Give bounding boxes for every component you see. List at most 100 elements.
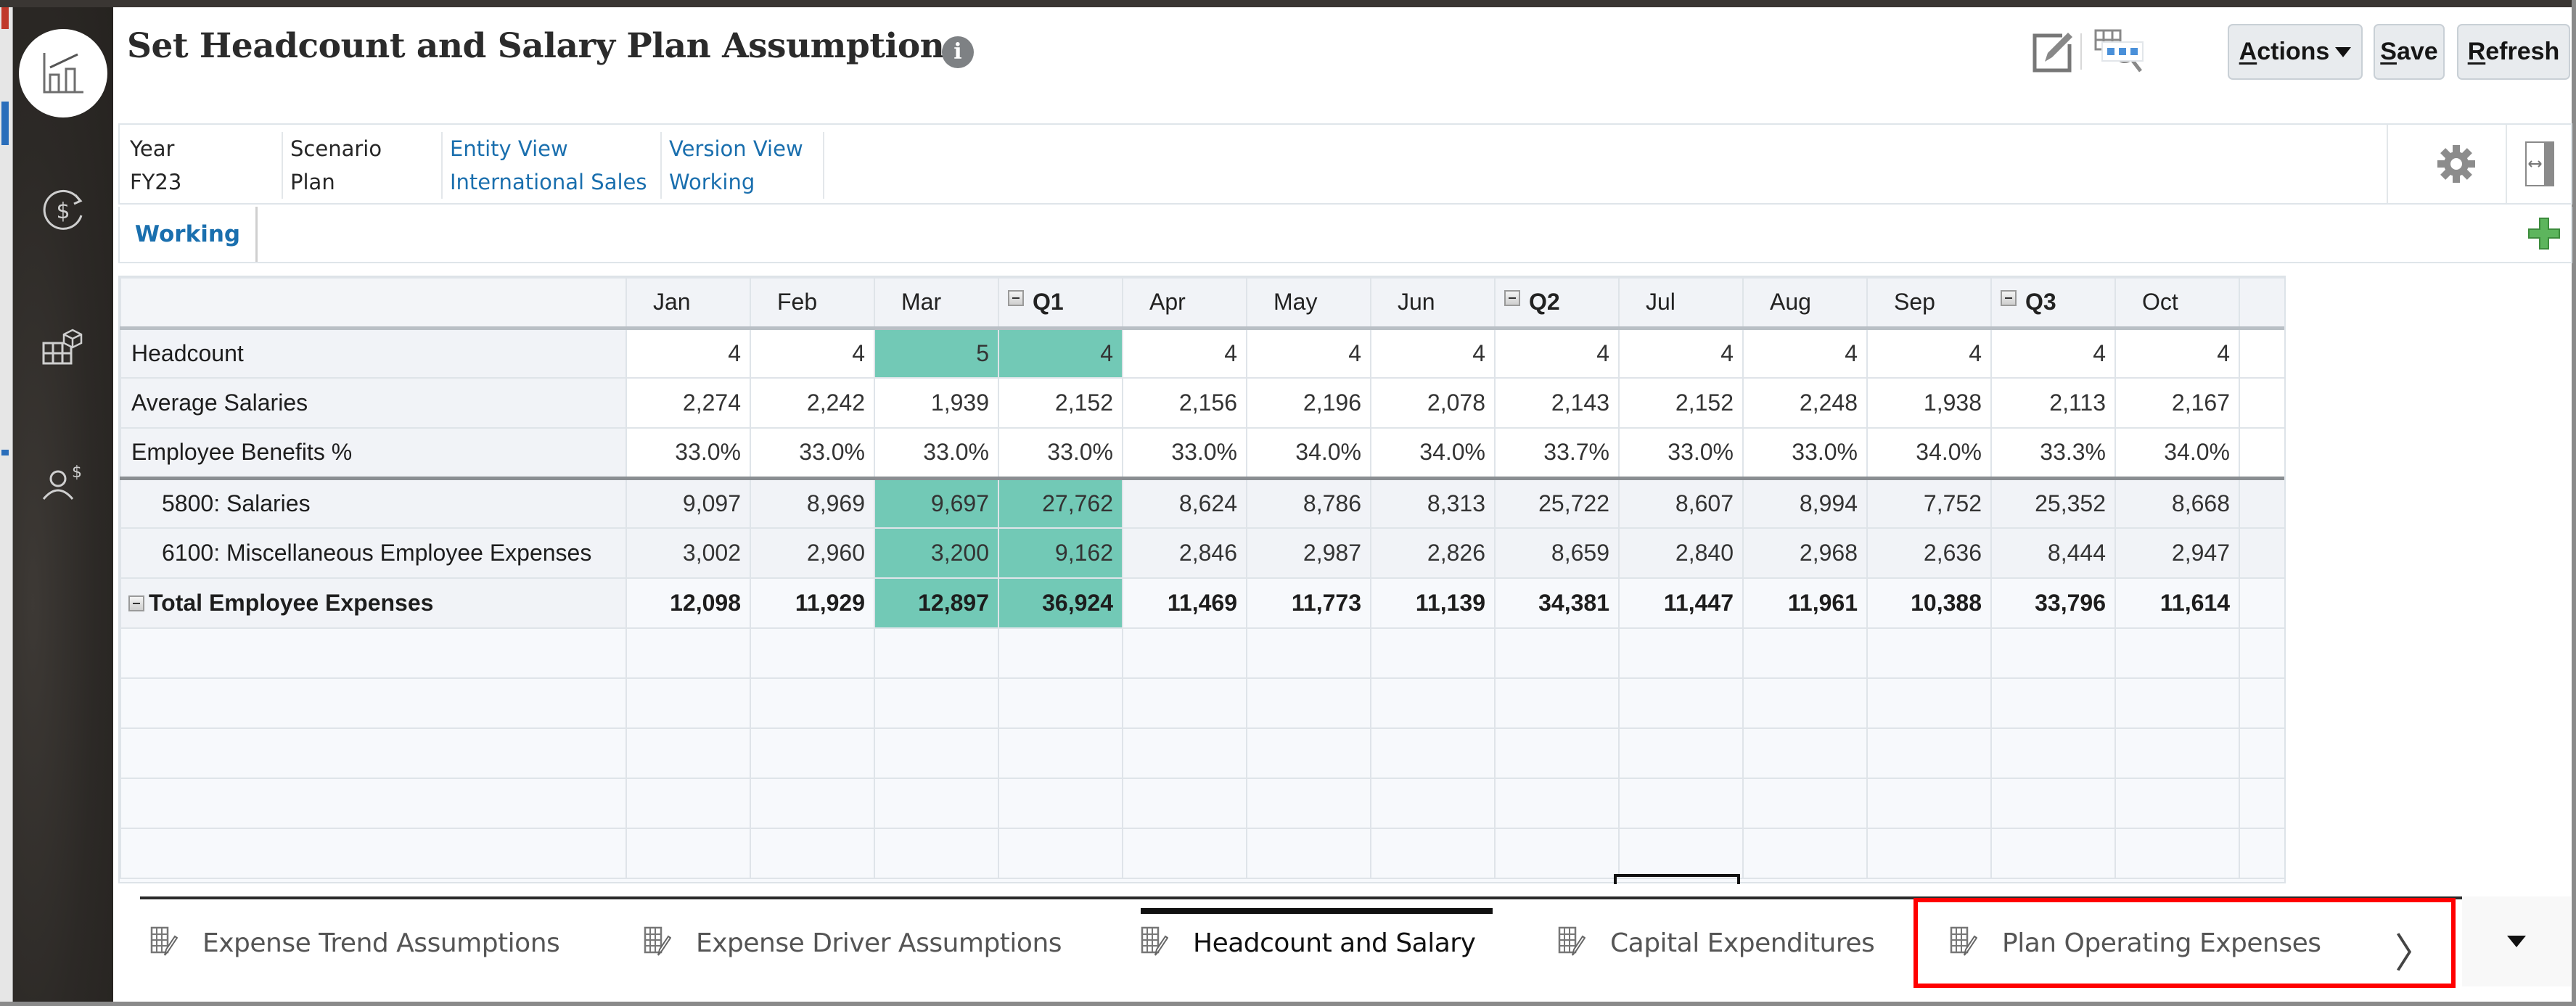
data-cell[interactable]: 11,469 <box>1122 577 1247 629</box>
data-cell[interactable]: 1 <box>2239 577 2284 629</box>
data-cell[interactable]: 11,614 <box>2114 577 2240 629</box>
data-cell[interactable]: 25,722 <box>1494 476 1620 529</box>
data-cell[interactable]: 1,938 <box>1866 377 1992 429</box>
data-cell[interactable]: 8,969 <box>750 476 875 529</box>
data-cell[interactable]: 33.0% <box>1742 427 1868 479</box>
expand-width-button[interactable] <box>2506 125 2572 203</box>
column-header[interactable]: Sep <box>1866 277 1992 329</box>
data-cell[interactable]: 2,636 <box>1866 527 1992 579</box>
data-cell[interactable] <box>2239 527 2284 579</box>
data-cell[interactable]: 12,098 <box>625 577 751 629</box>
column-header[interactable]: Oct <box>2114 277 2240 329</box>
data-cell[interactable]: 2,113 <box>1990 377 2116 429</box>
data-cell[interactable]: 11,139 <box>1370 577 1496 629</box>
data-cell[interactable] <box>2239 377 2284 429</box>
column-header[interactable]: Q3 <box>1990 277 2116 329</box>
form-tab[interactable]: Capital Expenditures <box>1558 899 1892 986</box>
data-cell[interactable]: 4 <box>750 327 875 379</box>
data-cell[interactable]: 4 <box>1246 327 1371 379</box>
data-cell[interactable]: 2,960 <box>750 527 875 579</box>
collapse-icon[interactable] <box>2001 290 2017 307</box>
tab-working[interactable]: Working <box>120 207 258 262</box>
data-cell[interactable] <box>2239 476 2284 529</box>
data-cell[interactable]: 8,444 <box>1990 527 2116 579</box>
data-cell[interactable]: 8,607 <box>1618 476 1744 529</box>
collapse-icon[interactable] <box>128 595 144 611</box>
chevron-right-icon[interactable]: 〉 <box>2395 921 2435 980</box>
data-cell[interactable]: 2,846 <box>1122 527 1247 579</box>
more-button[interactable] <box>2097 28 2148 75</box>
data-cell[interactable]: 9,162 <box>998 527 1123 579</box>
data-cell[interactable]: 8,313 <box>1370 476 1496 529</box>
data-cell[interactable]: 1,939 <box>874 377 999 429</box>
data-cell[interactable]: 2,152 <box>998 377 1123 429</box>
data-cell[interactable]: 2,152 <box>1618 377 1744 429</box>
data-cell[interactable]: 8,786 <box>1246 476 1371 529</box>
data-cell[interactable]: 4 <box>1122 327 1247 379</box>
data-cell[interactable]: 34.0% <box>1246 427 1371 479</box>
column-header[interactable]: Feb <box>750 277 875 329</box>
data-cell[interactable]: 4 <box>2114 327 2240 379</box>
row-header[interactable]: Average Salaries <box>120 377 627 429</box>
column-header[interactable]: Mar <box>874 277 999 329</box>
column-header[interactable]: Jul <box>1618 277 1744 329</box>
data-cell[interactable]: 2,248 <box>1742 377 1868 429</box>
row-header[interactable]: 6100: Miscellaneous Employee Expenses <box>120 527 627 579</box>
data-cell[interactable]: 34,381 <box>1494 577 1620 629</box>
column-header[interactable]: Jun <box>1370 277 1496 329</box>
data-cell[interactable]: 3,200 <box>874 527 999 579</box>
data-cell[interactable]: 8,624 <box>1122 476 1247 529</box>
data-cell[interactable]: 2,274 <box>625 377 751 429</box>
row-header[interactable]: Employee Benefits % <box>120 427 627 479</box>
data-cell[interactable]: 33.0% <box>625 427 751 479</box>
column-header[interactable]: Q2 <box>1494 277 1620 329</box>
column-header[interactable]: Aug <box>1742 277 1868 329</box>
data-cell[interactable]: 27,762 <box>998 476 1123 529</box>
data-cell[interactable]: 2,078 <box>1370 377 1496 429</box>
data-cell[interactable]: 4 <box>625 327 751 379</box>
data-cell[interactable]: 25,352 <box>1990 476 2116 529</box>
column-header[interactable]: May <box>1246 277 1371 329</box>
pov-entity-view[interactable]: Entity View International Sales <box>443 132 662 199</box>
data-cell[interactable]: 2,987 <box>1246 527 1371 579</box>
data-cell[interactable]: 4 <box>1742 327 1868 379</box>
data-cell[interactable]: 4 <box>1494 327 1620 379</box>
data-cell[interactable]: 3,002 <box>625 527 751 579</box>
data-cell[interactable]: 2,840 <box>1618 527 1744 579</box>
data-cell[interactable]: 33.7% <box>1494 427 1620 479</box>
edit-button[interactable] <box>2028 28 2079 75</box>
sidebar-item-home-chart[interactable] <box>19 29 107 117</box>
column-header[interactable]: No <box>2239 277 2284 329</box>
collapse-icon[interactable] <box>1504 290 1520 307</box>
data-cell[interactable]: 4 <box>998 327 1123 379</box>
data-cell[interactable]: 4 <box>1866 327 1992 379</box>
data-cell[interactable]: 8,659 <box>1494 527 1620 579</box>
data-cell[interactable]: 2,242 <box>750 377 875 429</box>
sidebar-item-capital[interactable] <box>13 316 113 381</box>
data-cell[interactable]: 4 <box>1990 327 2116 379</box>
row-header[interactable]: Total Employee Expenses <box>120 577 627 629</box>
collapse-icon[interactable] <box>1008 290 1024 307</box>
sidebar-item-financials[interactable]: $ <box>13 178 113 243</box>
column-header[interactable]: Jan <box>625 277 751 329</box>
tab-overflow-button[interactable] <box>2462 896 2571 986</box>
data-cell[interactable]: 2,947 <box>2114 527 2240 579</box>
form-tab[interactable]: Headcount and Salary <box>1141 899 1493 986</box>
column-header[interactable]: Q1 <box>998 277 1123 329</box>
data-cell[interactable]: 36,924 <box>998 577 1123 629</box>
data-cell[interactable]: 33.0% <box>874 427 999 479</box>
data-cell[interactable]: 2,167 <box>2114 377 2240 429</box>
plus-icon[interactable] <box>2526 215 2562 252</box>
form-tab[interactable]: Plan Operating Expenses <box>1950 899 2356 986</box>
data-cell[interactable]: 33.0% <box>750 427 875 479</box>
row-header[interactable]: 5800: Salaries <box>120 476 627 529</box>
data-cell[interactable]: 8,668 <box>2114 476 2240 529</box>
data-cell[interactable]: 4 <box>1370 327 1496 379</box>
sidebar-item-workforce[interactable]: $ <box>13 450 113 515</box>
data-cell[interactable]: 5 <box>874 327 999 379</box>
data-cell[interactable]: 12,897 <box>874 577 999 629</box>
row-header[interactable]: Headcount <box>120 327 627 379</box>
column-header[interactable]: Apr <box>1122 277 1247 329</box>
save-button[interactable]: Save <box>2374 24 2445 80</box>
data-cell[interactable]: 34.0% <box>1866 427 1992 479</box>
